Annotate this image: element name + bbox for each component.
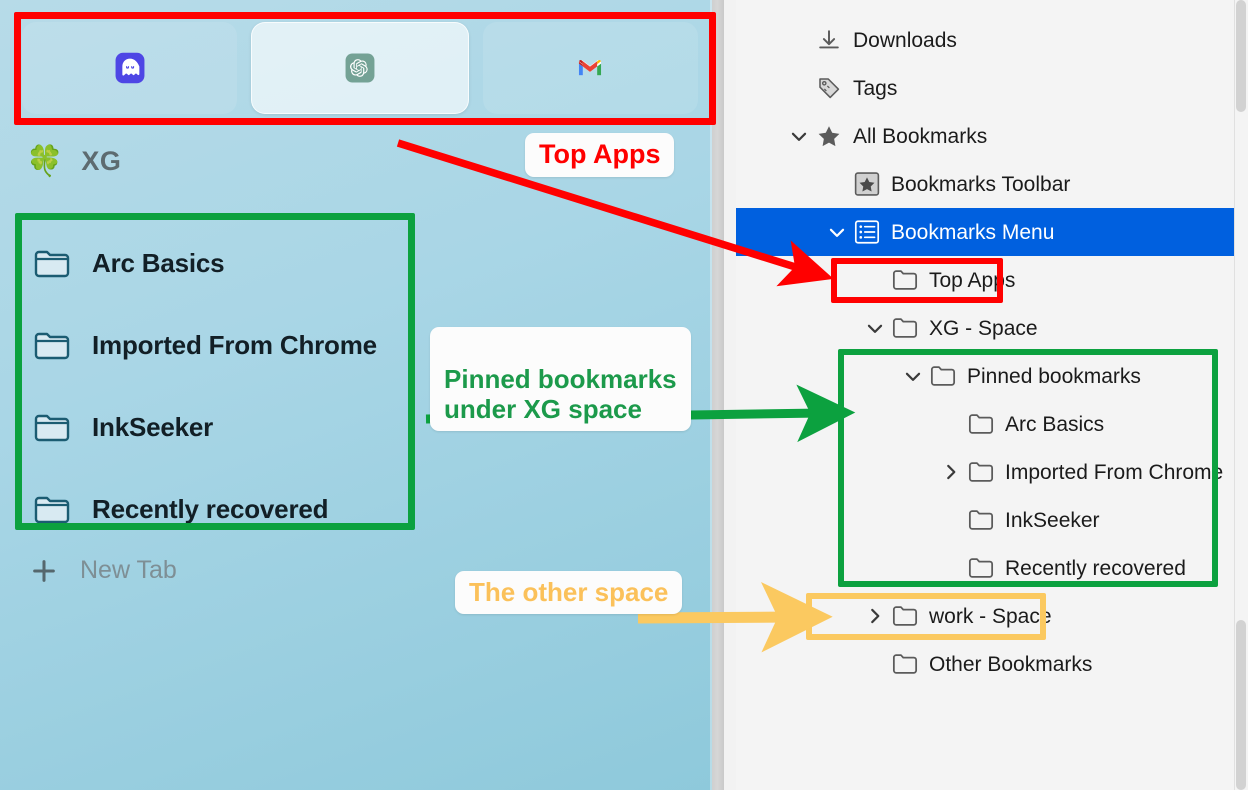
bookmark-tree-label: Top Apps bbox=[929, 268, 1016, 292]
tag-icon bbox=[819, 78, 840, 99]
bookmark-tree-label: Tags bbox=[853, 76, 898, 100]
pinned-bookmark-label: Recently recovered bbox=[92, 493, 329, 524]
chevron-down-icon bbox=[867, 324, 883, 333]
bookmark-tree-label: Other Bookmarks bbox=[929, 652, 1093, 676]
bookmarks-tree: Downloads Tags All Bookmarks Bookmarks Tool… bbox=[736, 16, 1234, 688]
bookmark-tree-label: work - Space bbox=[929, 604, 1052, 628]
new-tab-label: New Tab bbox=[80, 556, 177, 584]
bookmark-tree-row[interactable]: XG - Space bbox=[736, 304, 1234, 352]
bookmark-tree-row[interactable]: Top Apps bbox=[736, 256, 1234, 304]
folder-icon bbox=[892, 606, 918, 626]
bookmark-tree-row[interactable]: InkSeeker bbox=[736, 496, 1234, 544]
plus-icon bbox=[33, 559, 55, 582]
star-icon bbox=[818, 126, 840, 147]
top-app-tile-gmail[interactable] bbox=[482, 22, 698, 114]
folder-icon bbox=[968, 462, 994, 482]
bookmark-tree-row[interactable]: work - Space bbox=[736, 592, 1234, 640]
bookmark-tree-label: All Bookmarks bbox=[853, 124, 988, 148]
bookmark-tree-label: Pinned bookmarks bbox=[967, 364, 1141, 388]
bookmarks-library-panel: Downloads Tags All Bookmarks Bookmarks Tool… bbox=[736, 0, 1248, 790]
folder-icon bbox=[34, 414, 70, 442]
space-name-label: XG bbox=[81, 146, 122, 176]
bookmark-tree-label: Downloads bbox=[853, 28, 957, 52]
folder-icon bbox=[968, 414, 994, 434]
pinned-bookmark-label: Arc Basics bbox=[92, 247, 225, 278]
folder-icon bbox=[892, 654, 918, 674]
pinned-bookmark-row[interactable]: Imported From Chrome bbox=[22, 304, 402, 386]
bookmark-tree-row[interactable]: Tags bbox=[736, 64, 1234, 112]
bookmark-tree-row[interactable]: All Bookmarks bbox=[736, 112, 1234, 160]
scrollbar-thumb-top[interactable] bbox=[1236, 0, 1246, 112]
bookmark-tree-label: XG - Space bbox=[929, 316, 1038, 340]
bookmark-tree-row[interactable]: Recently recovered bbox=[736, 544, 1234, 592]
screenshot-root: 🍀 XG Arc Basics Imported From Chrome InkSe… bbox=[0, 0, 1248, 790]
folder-icon bbox=[34, 332, 70, 360]
bookmark-tree-row[interactable]: Other Bookmarks bbox=[736, 640, 1234, 688]
pinned-bookmark-label: InkSeeker bbox=[92, 411, 214, 442]
chevron-right-icon bbox=[871, 608, 880, 624]
clover-icon: 🍀 bbox=[26, 144, 64, 178]
pinned-bookmark-row[interactable]: Recently recovered bbox=[22, 468, 402, 550]
bookmarks-menu-icon bbox=[854, 220, 880, 244]
pinned-bookmark-row[interactable]: InkSeeker bbox=[22, 386, 402, 468]
folder-icon bbox=[892, 318, 918, 338]
library-scrollbar[interactable] bbox=[1234, 0, 1248, 790]
chevron-down-icon bbox=[829, 228, 845, 237]
bookmark-tree-label: Recently recovered bbox=[1005, 556, 1186, 580]
bookmark-tree-label: InkSeeker bbox=[1005, 508, 1100, 532]
folder-icon bbox=[968, 510, 994, 530]
folder-icon bbox=[968, 558, 994, 578]
arc-ghost-icon bbox=[115, 52, 145, 84]
folder-icon bbox=[892, 270, 918, 290]
bookmark-tree-label: Arc Basics bbox=[1005, 412, 1105, 436]
bookmark-tree-label: Bookmarks Toolbar bbox=[891, 172, 1071, 196]
sidebar-divider bbox=[710, 0, 712, 790]
bookmark-tree-row[interactable]: Bookmarks Toolbar bbox=[736, 160, 1234, 208]
pinned-bookmark-row[interactable]: Arc Basics bbox=[22, 222, 402, 304]
toolbar-star-icon bbox=[854, 172, 880, 196]
folder-icon bbox=[34, 250, 70, 278]
bookmark-tree-row[interactable]: Bookmarks Menu bbox=[736, 208, 1234, 256]
arc-browser-sidebar: 🍀 XG Arc Basics Imported From Chrome InkSe… bbox=[0, 0, 724, 790]
space-header[interactable]: 🍀 XG bbox=[26, 146, 121, 177]
chevron-right-icon bbox=[947, 464, 956, 480]
bookmark-tree-label: Bookmarks Menu bbox=[891, 220, 1055, 244]
top-apps-row bbox=[22, 22, 698, 114]
chevron-down-icon bbox=[791, 132, 807, 141]
bookmark-tree-row[interactable]: Imported From Chrome bbox=[736, 448, 1234, 496]
pinned-bookmark-label: Imported From Chrome bbox=[92, 329, 377, 360]
folder-icon bbox=[930, 366, 956, 386]
bookmark-tree-row[interactable]: Arc Basics bbox=[736, 400, 1234, 448]
chevron-down-icon bbox=[905, 372, 921, 381]
download-icon bbox=[819, 30, 839, 49]
new-tab-button[interactable]: New Tab bbox=[30, 556, 177, 585]
bookmark-tree-row[interactable]: Downloads bbox=[736, 16, 1234, 64]
gmail-icon bbox=[579, 59, 602, 76]
pinned-bookmarks-list: Arc Basics Imported From Chrome InkSeeker R… bbox=[22, 222, 402, 550]
bookmark-tree-label: Imported From Chrome bbox=[1005, 460, 1224, 484]
scrollbar-thumb-bottom[interactable] bbox=[1236, 620, 1246, 790]
chatgpt-icon bbox=[345, 53, 375, 83]
top-app-tile-chatgpt[interactable] bbox=[251, 22, 469, 114]
top-app-tile-arc[interactable] bbox=[22, 22, 238, 114]
bookmark-tree-row[interactable]: Pinned bookmarks bbox=[736, 352, 1234, 400]
folder-icon bbox=[34, 496, 70, 524]
